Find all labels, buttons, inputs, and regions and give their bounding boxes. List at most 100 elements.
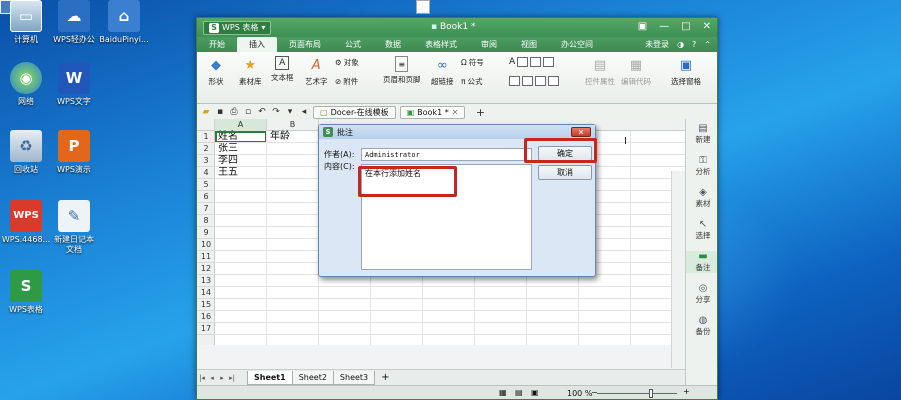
sheet-tab-1[interactable]: Sheet1	[247, 370, 293, 385]
row-header-15[interactable]: 15	[197, 299, 215, 311]
row-header-2[interactable]: 2	[197, 143, 215, 155]
symbol-button[interactable]: Ω 符号	[461, 57, 484, 68]
menu-home[interactable]: 开始	[197, 37, 237, 52]
textbox-button[interactable]: A 文本框	[271, 56, 294, 83]
desktop-icon-wps-writer[interactable]: W WPS文字	[42, 62, 106, 107]
app-menu-button[interactable]: S WPS 表格 ▾	[203, 20, 272, 35]
row-header-12[interactable]: 12	[197, 263, 215, 275]
row-header-9[interactable]: 9	[197, 227, 215, 239]
header-footer-button[interactable]: ≡ 页眉和页脚	[383, 56, 421, 85]
row-header-6[interactable]: 6	[197, 191, 215, 203]
listbox-control-icon[interactable]	[509, 76, 520, 86]
textbox-control-icon[interactable]	[517, 57, 529, 67]
skin-icon[interactable]: ◑	[677, 40, 684, 49]
save-icon[interactable]: ▪	[215, 107, 225, 117]
task-pane-comment[interactable]: ▬ 备注	[686, 251, 717, 273]
menu-formulas[interactable]: 公式	[333, 37, 373, 52]
tab-docer-templates[interactable]: ▢ Docer-在线模板	[313, 105, 396, 119]
menu-table-style[interactable]: 表格样式	[413, 37, 469, 52]
object-button[interactable]: ⚙ 对象	[335, 57, 359, 68]
menu-view[interactable]: 视图	[509, 37, 549, 52]
normal-view-icon[interactable]: ▦	[499, 388, 507, 397]
selection-pane-button[interactable]: ▣ 选择窗格	[671, 56, 701, 87]
zoom-in-icon[interactable]: +	[683, 387, 690, 396]
next-sheet-icon[interactable]: ▸	[217, 374, 227, 382]
preview-icon[interactable]: ▫	[243, 107, 253, 117]
tab-book1[interactable]: ▣ Book1 * ✕	[399, 105, 466, 119]
task-pane-select[interactable]: ↖ 选择	[686, 219, 717, 241]
dialog-close-button[interactable]: ✕	[571, 127, 591, 137]
new-tab-icon[interactable]: +	[475, 106, 485, 119]
zoom-slider-knob[interactable]	[649, 389, 653, 398]
row-header-11[interactable]: 11	[197, 251, 215, 263]
column-header-a[interactable]: A	[215, 119, 267, 131]
cancel-button[interactable]: 取消	[538, 165, 592, 180]
formula-button[interactable]: π 公式	[461, 76, 483, 87]
task-pane-analysis[interactable]: ⚿ 分析	[686, 155, 717, 177]
login-link[interactable]: 未登录	[645, 39, 669, 50]
wordart-button[interactable]: A 艺术字	[305, 56, 328, 87]
edit-code-button[interactable]: ▦ 编辑代码	[621, 56, 651, 87]
page-break-view-icon[interactable]: ▣	[531, 388, 539, 397]
menu-insert[interactable]: 插入	[237, 37, 277, 52]
tab-nav-icon[interactable]: ◂	[299, 107, 309, 117]
shapes-button[interactable]: ◆ 形状	[207, 56, 225, 87]
column-header-corner[interactable]	[197, 119, 215, 131]
sheet-tab-3[interactable]: Sheet3	[332, 370, 376, 385]
last-sheet-icon[interactable]: ▸|	[227, 374, 237, 382]
prev-sheet-icon[interactable]: ◂	[207, 374, 217, 382]
row-header-5[interactable]: 5	[197, 179, 215, 191]
row-header-8[interactable]: 8	[197, 215, 215, 227]
column-header-b[interactable]: B	[267, 119, 319, 131]
menu-office-space[interactable]: 办公空间	[549, 37, 605, 52]
vertical-scrollbar[interactable]	[671, 171, 685, 368]
chevron-down-icon[interactable]: ▾	[285, 107, 295, 117]
row-header-16[interactable]: 16	[197, 311, 215, 323]
combobox-control-icon[interactable]	[522, 76, 533, 86]
checkbox-control-icon[interactable]	[543, 57, 555, 67]
desktop-icon-journal[interactable]: ✎ 新建日记本文档	[42, 200, 106, 255]
sheet-tab-2[interactable]: Sheet2	[291, 370, 334, 385]
task-pane-new[interactable]: ▤ 新建	[686, 123, 717, 145]
task-pane-material[interactable]: ◈ 素材	[686, 187, 717, 209]
row-header-13[interactable]: 13	[197, 275, 215, 287]
author-input[interactable]: Administrator	[361, 148, 532, 161]
desktop-icon-wps-spreadsheet[interactable]: S WPS表格	[0, 270, 58, 315]
desktop-icon-wps-presentation[interactable]: P WPS演示	[42, 130, 106, 175]
task-pane-backup[interactable]: ◍ 备份	[686, 315, 717, 337]
undo-icon[interactable]: ↶	[257, 107, 267, 117]
add-sheet-icon[interactable]: +	[381, 372, 389, 383]
minimize-icon[interactable]: —	[659, 21, 669, 32]
row-header-4[interactable]: 4	[197, 167, 215, 179]
hyperlink-button[interactable]: ∞ 超链接	[431, 56, 454, 87]
row-header-3[interactable]: 3	[197, 155, 215, 167]
button-control-icon[interactable]	[530, 57, 542, 67]
attachment-button[interactable]: ⊘ 附件	[335, 76, 358, 87]
menu-data[interactable]: 数据	[373, 37, 413, 52]
menu-review[interactable]: 审阅	[469, 37, 509, 52]
desktop-icon-baidu-pinyin[interactable]: ⌂ BaiduPinyi...	[92, 0, 156, 45]
scrollbar-control-icon[interactable]	[548, 76, 559, 86]
task-pane-share[interactable]: ◎ 分享	[686, 283, 717, 305]
material-library-button[interactable]: ★ 素材库	[239, 56, 262, 87]
zoom-slider[interactable]	[597, 393, 677, 394]
print-icon[interactable]: ⎙	[229, 107, 239, 117]
open-folder-icon[interactable]: ▰	[201, 107, 211, 117]
row-header-14[interactable]: 14	[197, 287, 215, 299]
spinner-control-icon[interactable]	[535, 76, 546, 86]
row-header-10[interactable]: 10	[197, 239, 215, 251]
close-icon[interactable]: ✕	[703, 21, 711, 32]
menu-page-layout[interactable]: 页面布局	[277, 37, 333, 52]
control-properties-button[interactable]: ▤ 控件属性	[585, 56, 615, 87]
row-header-17[interactable]: 17	[197, 323, 215, 335]
help-question-icon[interactable]: ?	[692, 40, 696, 49]
first-sheet-icon[interactable]: |◂	[197, 374, 207, 382]
help-icon[interactable]: ▣	[638, 21, 647, 32]
redo-icon[interactable]: ↷	[271, 107, 281, 117]
ribbon-collapse-icon[interactable]: ⌃	[704, 40, 711, 49]
tab-close-icon[interactable]: ✕	[452, 108, 459, 117]
row-header-7[interactable]: 7	[197, 203, 215, 215]
label-control-icon[interactable]: A	[509, 57, 515, 67]
maximize-icon[interactable]: □	[681, 21, 690, 32]
page-layout-view-icon[interactable]: ▤	[515, 388, 523, 397]
